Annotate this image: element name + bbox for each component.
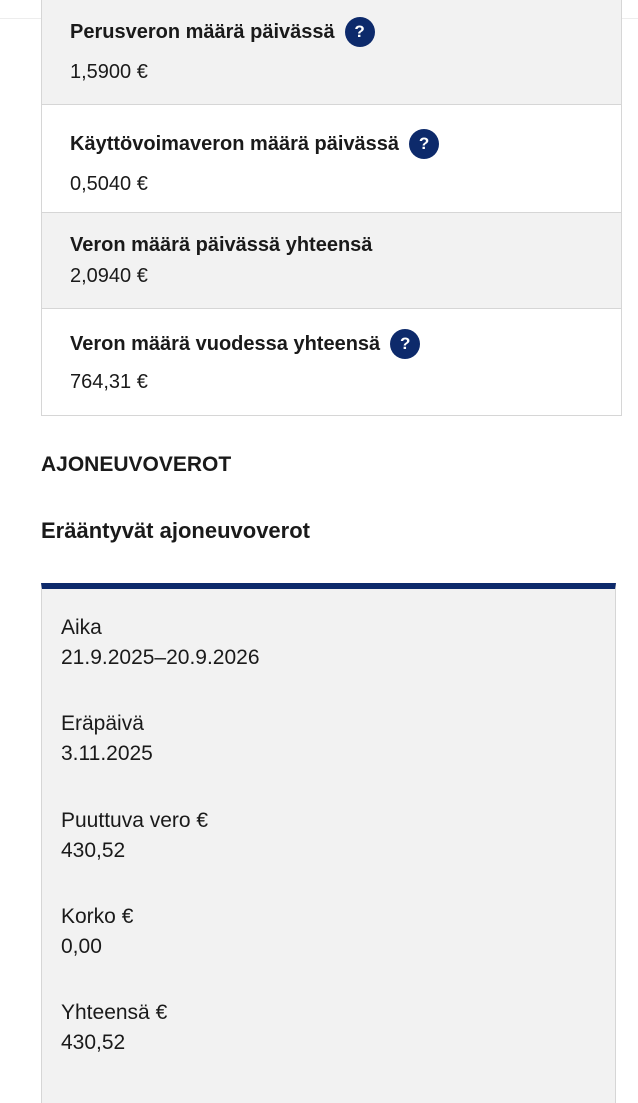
due-field-due-date: Eräpäivä 3.11.2025 [61, 709, 153, 769]
due-field-total: Yhteensä € 430,52 [61, 998, 167, 1058]
due-taxes-card: Aika 21.9.2025–20.9.2026 Eräpäivä 3.11.2… [41, 583, 616, 1103]
tax-row-label-wrap: Veron määrä vuodessa yhteensä ? [70, 329, 621, 359]
tax-row-base-tax-daily: Perusveron määrä päivässä ? 1,5900 € [42, 0, 621, 104]
interest-label: Korko € [61, 905, 134, 928]
total-value: 430,52 [61, 1031, 126, 1054]
period-value: 21.9.2025–20.9.2026 [61, 646, 260, 669]
tax-row-label: Veron määrä päivässä yhteensä [70, 234, 373, 256]
vehicle-tax-table: Perusveron määrä päivässä ? 1,5900 € Käy… [41, 0, 622, 416]
tax-row-total-daily: Veron määrä päivässä yhteensä 2,0940 € [42, 212, 621, 308]
tax-row-total-yearly: Veron määrä vuodessa yhteensä ? 764,31 € [42, 308, 621, 415]
due-date-label: Eräpäivä [61, 712, 144, 735]
tax-row-value: 1,5900 € [70, 61, 148, 83]
due-field-missing-tax: Puuttuva vero € 430,52 [61, 806, 208, 866]
help-icon[interactable]: ? [344, 17, 375, 47]
help-icon[interactable]: ? [409, 129, 440, 159]
missing-tax-value: 430,52 [61, 839, 126, 862]
tax-row-propulsion-tax-daily: Käyttövoimaveron määrä päivässä ? 0,5040… [42, 104, 621, 212]
due-field-interest: Korko € 0,00 [61, 902, 133, 962]
missing-tax-label: Puuttuva vero € [61, 809, 209, 832]
subsection-title: Erääntyvät ajoneuvoverot [41, 518, 310, 543]
interest-value: 0,00 [61, 935, 102, 958]
tax-row-label: Veron määrä vuodessa yhteensä [70, 333, 381, 355]
period-label: Aika [61, 616, 102, 639]
tax-row-label: Käyttövoimaveron määrä päivässä [70, 133, 400, 155]
section-title: AJONEUVOVEROT [41, 453, 232, 476]
tax-row-label-wrap: Perusveron määrä päivässä ? [70, 17, 621, 47]
total-label: Yhteensä € [61, 1001, 168, 1024]
tax-row-label: Perusveron määrä päivässä [70, 21, 335, 43]
tax-row-value: 764,31 € [70, 371, 148, 393]
tax-row-label-wrap: Käyttövoimaveron määrä päivässä ? [70, 129, 621, 159]
tax-row-value: 2,0940 € [70, 265, 148, 287]
due-date-value: 3.11.2025 [61, 742, 153, 765]
due-field-period: Aika 21.9.2025–20.9.2026 [61, 613, 260, 673]
help-icon[interactable]: ? [390, 329, 421, 359]
tax-row-value: 0,5040 € [70, 173, 148, 195]
